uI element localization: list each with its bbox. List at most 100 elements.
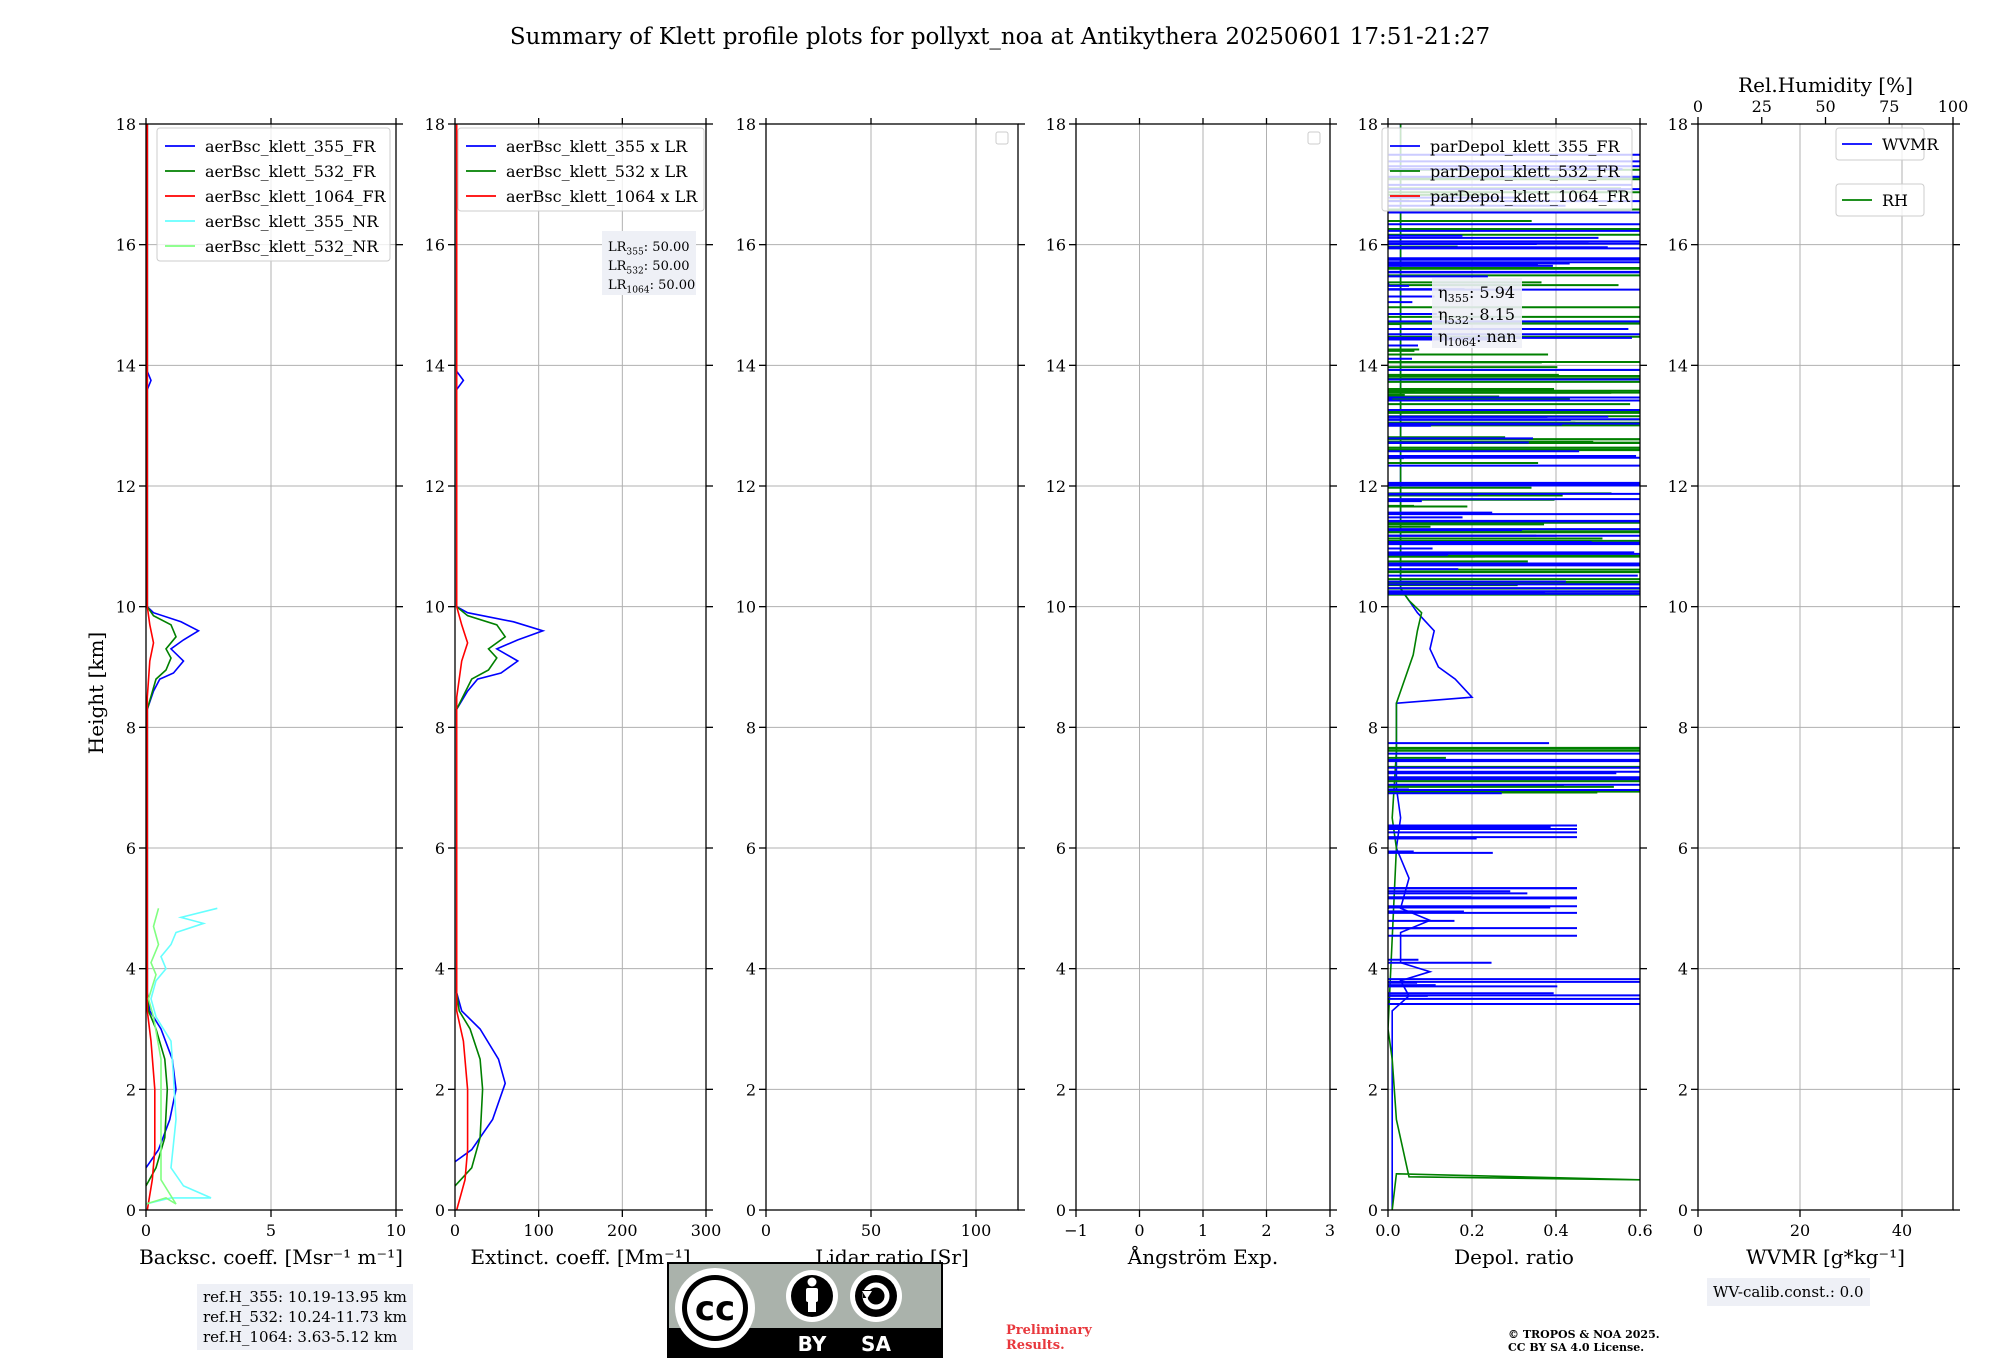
y-tick-label: 16 bbox=[1668, 236, 1688, 255]
x-axis-label: WVMR [g*kg⁻¹] bbox=[1746, 1245, 1905, 1269]
y-tick-label: 12 bbox=[1046, 477, 1066, 496]
lr-value-1064-value: : 50.00 bbox=[650, 278, 696, 293]
x-tick-label: 5 bbox=[266, 1221, 276, 1240]
y-tick-label: 2 bbox=[126, 1080, 136, 1099]
lr-value-355-symbol: LR bbox=[608, 240, 628, 255]
sa-label: SA bbox=[861, 1332, 891, 1356]
panel-wvmr: 0 20 40 0 2 4 6 8 10 12 14 16 18 WVMR [g*kg⁻¹] WVMR RH 0… bbox=[1668, 73, 1969, 1269]
y-tick-label: 4 bbox=[1056, 960, 1066, 979]
y-tick-label: 16 bbox=[116, 236, 136, 255]
figure-title: Summary of Klett profile plots for polly… bbox=[510, 24, 1490, 50]
x-tick-label: 0.0 bbox=[1375, 1221, 1400, 1240]
y-tick-label: 16 bbox=[736, 236, 756, 255]
x-tick-label: 2 bbox=[1261, 1221, 1271, 1240]
lr-value-1064: LR1064: 50.00 bbox=[608, 278, 695, 295]
legend-entry: aerBsc_klett_532 x LR bbox=[506, 162, 688, 181]
y-tick-label: 18 bbox=[116, 115, 136, 134]
y-tick-label: 12 bbox=[736, 477, 756, 496]
legend-entry: aerBsc_klett_532_NR bbox=[205, 237, 379, 256]
eta-value-532-symbol: η bbox=[1438, 305, 1448, 324]
ref-height-532: ref.H_532: 10.24-11.73 km bbox=[203, 1308, 407, 1326]
panel-extinction: 0 100 200 300 0 2 4 6 8 10 12 14 16 18 Extinct. coeff.… bbox=[425, 115, 722, 1269]
copyright-note: © TROPOS & NOA 2025. CC BY SA 4.0 Licens… bbox=[1508, 1328, 1660, 1354]
panel-backscatter: 0 5 10 0 2 4 6 8 10 12 14 16 18 Backsc. coeff. [Msr⁻¹… bbox=[116, 115, 407, 1269]
y-tick-label: 0 bbox=[746, 1201, 756, 1220]
y-tick-label: 0 bbox=[435, 1201, 445, 1220]
series-line-aerBsc_klett_355_NR bbox=[146, 907, 218, 1205]
y-tick-label: 18 bbox=[1668, 115, 1688, 134]
y-tick-label: 6 bbox=[1056, 839, 1066, 858]
y-tick-label: 18 bbox=[425, 115, 445, 134]
sa-icon bbox=[850, 1270, 902, 1322]
y-tick-label: 12 bbox=[1668, 477, 1688, 496]
cc-text: cc bbox=[695, 1289, 735, 1329]
y-tick-label: 16 bbox=[1358, 236, 1378, 255]
x-tick-label: 40 bbox=[1892, 1221, 1912, 1240]
y-tick-label: 14 bbox=[425, 356, 445, 375]
x-tick-label: 20 bbox=[1790, 1221, 1810, 1240]
eta-value-1064-subscript: 1064 bbox=[1448, 336, 1476, 349]
y-tick-label: 2 bbox=[1368, 1080, 1378, 1099]
x-axis-label: Backsc. coeff. [Msr⁻¹ m⁻¹] bbox=[139, 1245, 403, 1269]
x-tick-label: 200 bbox=[607, 1221, 638, 1240]
legend-entry: aerBsc_klett_355_FR bbox=[205, 137, 376, 156]
y-tick-label: 12 bbox=[116, 477, 136, 496]
x-axis-label: Extinct. coeff. [Mm⁻¹] bbox=[470, 1245, 690, 1269]
panel-frame bbox=[765, 123, 1019, 1211]
x-tick-label: 10 bbox=[386, 1221, 406, 1240]
lr-value-1064-symbol: LR bbox=[608, 278, 628, 293]
eta-value-355-symbol: η bbox=[1438, 283, 1448, 302]
y-tick-label: 8 bbox=[1368, 718, 1378, 737]
legend-entry: RH bbox=[1882, 191, 1908, 210]
x-tick-label: 0.4 bbox=[1543, 1221, 1568, 1240]
y-tick-label: 10 bbox=[116, 598, 136, 617]
y-tick-label: 16 bbox=[425, 236, 445, 255]
ref-height-355: ref.H_355: 10.19-13.95 km bbox=[203, 1288, 407, 1306]
legend-entry: parDepol_klett_532_FR bbox=[1430, 162, 1621, 181]
series-line-aerBsc_klett_532 x LR bbox=[455, 124, 507, 1187]
ref-height-1064: ref.H_1064: 3.63-5.12 km bbox=[203, 1328, 398, 1346]
profile-panels: 0 5 10024681012141618Backsc. coeff. [Msr⁻¹… bbox=[116, 73, 1969, 1269]
x-tick-label: 0.2 bbox=[1459, 1221, 1484, 1240]
rh-tick-label: 25 bbox=[1752, 97, 1772, 116]
y-tick-label: 14 bbox=[1668, 356, 1688, 375]
y-tick-label: 10 bbox=[736, 598, 756, 617]
y-tick-label: 0 bbox=[1678, 1201, 1688, 1220]
y-tick-label: 10 bbox=[1358, 598, 1378, 617]
y-tick-label: 14 bbox=[1046, 356, 1066, 375]
legend-entry: aerBsc_klett_532_FR bbox=[205, 162, 376, 181]
eta-value-532-subscript: 532 bbox=[1448, 314, 1469, 327]
y-axis-label: Height [km] bbox=[84, 632, 108, 754]
lr-value-1064-subscript: 1064 bbox=[626, 285, 649, 295]
wv-calib-box: WV-calib.const.: 0.0 bbox=[1707, 1278, 1870, 1306]
y-tick-label: 8 bbox=[435, 718, 445, 737]
legend: parDepol_klett_355_FR parDepol_klett_532_… bbox=[1381, 127, 1633, 212]
y-tick-label: 14 bbox=[116, 356, 136, 375]
x-axis-label: Depol. ratio bbox=[1454, 1245, 1574, 1269]
x-tick-label: 0 bbox=[1134, 1221, 1144, 1240]
by-icon bbox=[786, 1270, 838, 1322]
ref-height-box: ref.H_355: 10.19-13.95 km ref.H_532: 10.… bbox=[197, 1284, 413, 1350]
x-tick-label: 100 bbox=[523, 1221, 554, 1240]
x-tick-label: 300 bbox=[691, 1221, 722, 1240]
summary-figure: Summary of Klett profile plots for polly… bbox=[84, 24, 1969, 1269]
legend: aerBsc_klett_355 x LR aerBsc_klett_532 x … bbox=[457, 127, 705, 212]
y-tick-label: 6 bbox=[746, 839, 756, 858]
y-tick-label: 18 bbox=[736, 115, 756, 134]
x-tick-label: −1 bbox=[1064, 1221, 1088, 1240]
y-tick-label: 2 bbox=[746, 1080, 756, 1099]
eta-value-355-subscript: 355 bbox=[1448, 292, 1469, 305]
legend-entry: WVMR bbox=[1882, 135, 1939, 154]
y-tick-label: 12 bbox=[1358, 477, 1378, 496]
y-tick-label: 14 bbox=[1358, 356, 1378, 375]
legend-entry: aerBsc_klett_355 x LR bbox=[506, 137, 688, 156]
y-tick-label: 0 bbox=[1056, 1201, 1066, 1220]
y-tick-label: 10 bbox=[425, 598, 445, 617]
legend-entry: parDepol_klett_1064_FR bbox=[1430, 187, 1631, 206]
y-tick-label: 14 bbox=[736, 356, 756, 375]
x-tick-label: 3 bbox=[1325, 1221, 1335, 1240]
y-tick-label: 0 bbox=[1368, 1201, 1378, 1220]
lr-value-355: LR355: 50.00 bbox=[608, 240, 690, 257]
panel-frame bbox=[1697, 123, 1954, 1211]
y-tick-label: 4 bbox=[126, 960, 136, 979]
